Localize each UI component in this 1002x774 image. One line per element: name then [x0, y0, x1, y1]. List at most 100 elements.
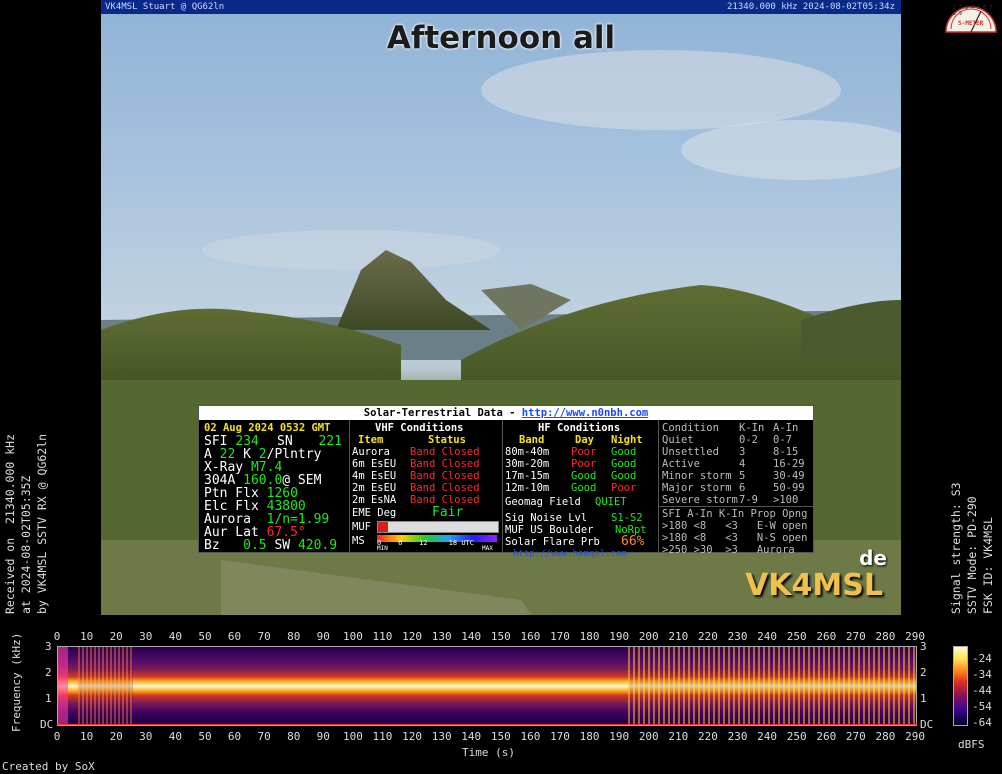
spectrogram-colorbar	[953, 646, 968, 726]
reception-station: by VK4MSL SSTV RX @ QG62ln	[35, 433, 49, 614]
solar-wind-label: SW	[274, 538, 291, 553]
x-tick: 100	[342, 730, 363, 743]
solar-title-link[interactable]: http://www.n0nbh.com	[522, 407, 648, 419]
x-tick: 250	[786, 730, 807, 743]
x-tick: 250	[786, 630, 807, 643]
x-tick: 190	[609, 630, 630, 643]
ms-label: MS	[352, 535, 365, 547]
y-tick-right: 1	[920, 692, 927, 705]
muf-scale-labels: 0 6 12 18 UTC	[377, 539, 474, 547]
cond-row-k: 5	[739, 470, 746, 482]
cond-row-name: Severe storm	[662, 494, 738, 506]
eme-label: EME Deg	[352, 507, 397, 519]
cond-row-k: 0-2	[739, 434, 758, 446]
hf-row-band: 17m-15m	[505, 470, 550, 482]
spectrogram	[57, 646, 917, 726]
prop-row: >180 <8 <3 N-S open	[662, 532, 808, 544]
vhf-row: 4m EsEU	[352, 470, 397, 482]
prop-header: SFI A-In K-In Prop Opng	[662, 508, 808, 520]
vhf-row: 2m EsEU	[352, 482, 397, 494]
x-tick: 110	[372, 630, 393, 643]
vhf-title: VHF Conditions	[375, 422, 464, 434]
x-tick: 280	[875, 630, 896, 643]
cond-row-k: 7-9	[739, 494, 758, 506]
spectrogram-x-label: Time (s)	[462, 746, 515, 759]
x-tick: 260	[816, 730, 837, 743]
cond-header: A-In	[773, 422, 799, 434]
cond-header: K-In	[739, 422, 765, 434]
x-tick: 90	[316, 630, 330, 643]
x-tick: 220	[697, 730, 718, 743]
cond-row-name: Quiet	[662, 434, 694, 446]
solar-panel-title: Solar-Terrestrial Data - http://www.n0nb…	[199, 406, 813, 420]
colorbar-label: dBFS	[958, 738, 985, 751]
x-tick: 90	[316, 730, 330, 743]
x-tick: 160	[520, 730, 541, 743]
hamqsl-link[interactable]: http://www.hamqsl.com	[513, 548, 627, 560]
sstv-header-station: VK4MSL Stuart @ QG62ln	[105, 2, 225, 12]
cond-row-k: 6	[739, 482, 746, 494]
x-tick: 110	[372, 730, 393, 743]
x-tick: 270	[845, 630, 866, 643]
hf-band-header: Band	[519, 434, 545, 446]
x-tick: 140	[461, 730, 482, 743]
vhf-row-status: Band Closed	[410, 482, 480, 494]
hf-night-header: Night	[611, 434, 643, 446]
x-tick: 100	[342, 630, 363, 643]
x-tick: 60	[227, 630, 242, 643]
hf-conditions-column: HF Conditions Band Day Night 80m-40m Poo…	[503, 420, 659, 559]
x-tick: 190	[609, 730, 630, 743]
hf-row-day: Good	[571, 482, 597, 494]
vhf-conditions-column: VHF Conditions Item Status Aurora Band C…	[350, 420, 503, 552]
hf-row-band: 12m-10m	[505, 482, 550, 494]
colorbar-tick: -24	[972, 652, 992, 665]
x-tick: 60	[227, 730, 242, 743]
sig-noise-value: S1-S2	[611, 512, 643, 524]
vhf-row-status: Band Closed	[410, 446, 480, 458]
colorbar-tick: -44	[972, 684, 992, 697]
fsk-id: FSK ID: VK4MSL	[981, 517, 995, 614]
prop-row: >250 >30 >3 Aurora	[662, 544, 795, 556]
muf-boulder-label: MUF US Boulder	[505, 524, 594, 536]
x-tick: 230	[727, 630, 748, 643]
x-tick: 10	[79, 730, 94, 743]
sn-value: 221	[318, 434, 342, 449]
x-tick: 0	[53, 630, 61, 643]
cond-row-a: 8-15	[773, 446, 799, 458]
cond-row-name: Major storm	[662, 482, 732, 494]
x-tick: 140	[461, 630, 482, 643]
spectrogram-burst	[78, 647, 133, 725]
solar-title-text: Solar-Terrestrial Data -	[363, 407, 522, 419]
reception-time: at 2024-08-02T05:35Z	[19, 475, 33, 614]
cond-row-a: >100	[773, 494, 799, 506]
x-tick: 30	[139, 630, 153, 643]
x-tick: 210	[668, 630, 689, 643]
bz-label: Bz	[204, 538, 220, 553]
x-tick: 30	[139, 730, 153, 743]
x-tick: 130	[431, 630, 452, 643]
vhf-row: Aurora	[352, 446, 390, 458]
spectrogram-onset	[58, 647, 68, 725]
cond-header: Condition	[662, 422, 719, 434]
geomag-value: QUIET	[595, 496, 627, 508]
x-tick: 200	[638, 630, 659, 643]
solar-flare-value: 66%	[621, 534, 645, 549]
s-meter-scale: 1 2 3 4 5 6 7 8 9	[953, 5, 993, 17]
x-tick: 230	[727, 730, 748, 743]
hf-row-day: Good	[571, 470, 597, 482]
hf-row-band: 80m-40m	[505, 446, 550, 458]
solar-date: 02 Aug 2024 0532 GMT	[204, 422, 331, 434]
muf-max-label: MAX	[482, 545, 493, 552]
cond-row-name: Minor storm	[662, 470, 732, 482]
colorbar-tick: -54	[972, 700, 992, 713]
x-tick: 280	[875, 730, 896, 743]
vhf-row-status: Band Closed	[410, 458, 480, 470]
cond-row-name: Unsettled	[662, 446, 719, 458]
x-tick: 10	[79, 630, 94, 643]
x-tick: 50	[198, 730, 212, 743]
x-tick: 180	[579, 730, 600, 743]
x-tick: 170	[550, 630, 570, 643]
spectrogram-x-ticks-bottom: 0 10 20 30 40 50 60 70 80 90 100 110 120 130 140 150 160…	[0, 730, 1002, 744]
reception-frequency: Received on 21340.000 kHz	[3, 433, 17, 614]
hf-row-band: 30m-20m	[505, 458, 550, 470]
